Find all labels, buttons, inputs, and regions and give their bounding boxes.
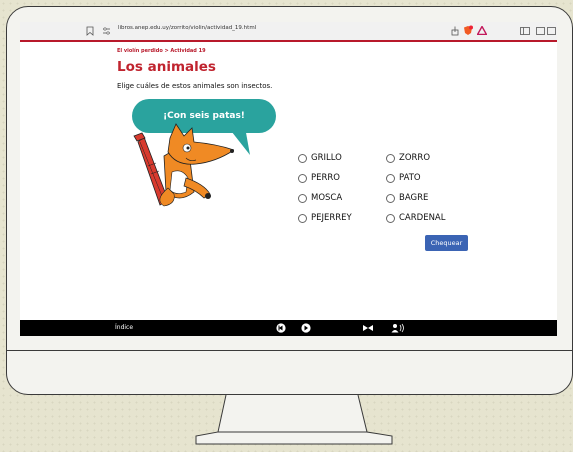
option-label: CARDENAL [399, 213, 446, 223]
option-pato[interactable]: PATO [386, 173, 421, 183]
option-label: ZORRO [399, 153, 431, 163]
option-label: BAGRE [399, 193, 429, 203]
bottom-navigation-bar: Índice [20, 320, 557, 336]
option-zorro[interactable]: ZORRO [386, 153, 430, 163]
speech-bubble-shape [132, 99, 276, 155]
browser-screen: libros.anep.edu.uy/zorrito/violin/activi… [20, 22, 557, 336]
bow-icon[interactable] [362, 324, 374, 332]
radio-button[interactable] [386, 213, 395, 223]
option-cardenal[interactable]: CARDENAL [386, 213, 445, 223]
option-label: PERRO [311, 173, 340, 183]
check-button[interactable]: Chequear [425, 235, 468, 251]
radio-button[interactable] [298, 193, 307, 203]
option-pejerrey[interactable]: PEJERREY [298, 213, 352, 223]
previous-icon[interactable] [276, 323, 286, 333]
radio-button[interactable] [298, 213, 307, 223]
option-label: GRILLO [311, 153, 342, 163]
radio-button[interactable] [298, 173, 307, 183]
radio-button[interactable] [386, 193, 395, 203]
option-mosca[interactable]: MOSCA [298, 193, 342, 203]
fox-with-violin-illustration [133, 123, 234, 207]
audio-icon[interactable] [391, 323, 405, 333]
option-perro[interactable]: PERRO [298, 173, 340, 183]
option-label: PEJERREY [311, 213, 352, 223]
index-link[interactable]: Índice [115, 324, 133, 331]
radio-button[interactable] [298, 153, 307, 163]
option-bagre[interactable]: BAGRE [386, 193, 428, 203]
option-label: MOSCA [311, 193, 343, 203]
option-grillo[interactable]: GRILLO [298, 153, 342, 163]
radio-button[interactable] [386, 173, 395, 183]
radio-button[interactable] [386, 153, 395, 163]
next-icon[interactable] [301, 323, 311, 333]
option-label: PATO [399, 173, 421, 183]
